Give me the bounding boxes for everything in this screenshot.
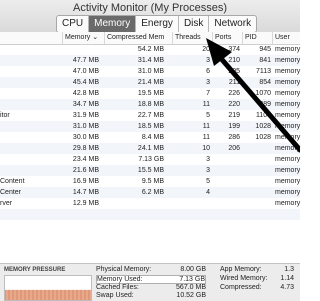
- stat-label: Wired Memory:: [220, 275, 268, 282]
- app-memory-row: App Memory: 1.3: [220, 266, 300, 275]
- memory-pressure-section: MEMORY PRESSURE: [0, 264, 92, 301]
- app-memory-stats: App Memory: 1.3 Wired Memory: 1.14 Compr…: [220, 264, 300, 301]
- stat-label: Physical Memory:: [96, 266, 152, 273]
- memory-pressure-label: MEMORY PRESSURE: [4, 267, 66, 273]
- stat-label: App Memory:: [220, 266, 262, 273]
- wired-memory-row: Wired Memory: 1.14: [220, 275, 300, 284]
- memory-summary-panel: MEMORY PRESSURE Physical Memory: 8.00 GB…: [0, 263, 300, 301]
- stat-value: 8.00 GB: [180, 266, 206, 273]
- memory-stats: Physical Memory: 8.00 GB Memory Used: 7.…: [96, 264, 206, 301]
- annotation-arrow-icon: [206, 38, 300, 153]
- stat-value: 7.13 GB: [179, 276, 205, 283]
- stat-value: 1.3: [284, 266, 294, 273]
- stat-label: Swap Used:: [96, 292, 134, 299]
- physical-memory-row: Physical Memory: 8.00 GB: [96, 266, 206, 275]
- stat-value: 10.52 GB: [176, 292, 206, 299]
- memory-used-row: Memory Used: 7.13 GB: [96, 275, 206, 284]
- stat-label: Compressed:: [220, 284, 262, 291]
- stat-value: 1.14: [280, 275, 294, 282]
- stat-label: Memory Used:: [97, 276, 143, 283]
- compressed-row: Compressed: 4.73: [220, 284, 300, 293]
- stat-label: Cached Files:: [96, 284, 139, 291]
- stat-value: 4.73: [280, 284, 294, 291]
- memory-pressure-chart: [5, 289, 91, 300]
- stat-value: 567.0 MB: [176, 284, 206, 291]
- memory-pressure-graph: [4, 275, 92, 301]
